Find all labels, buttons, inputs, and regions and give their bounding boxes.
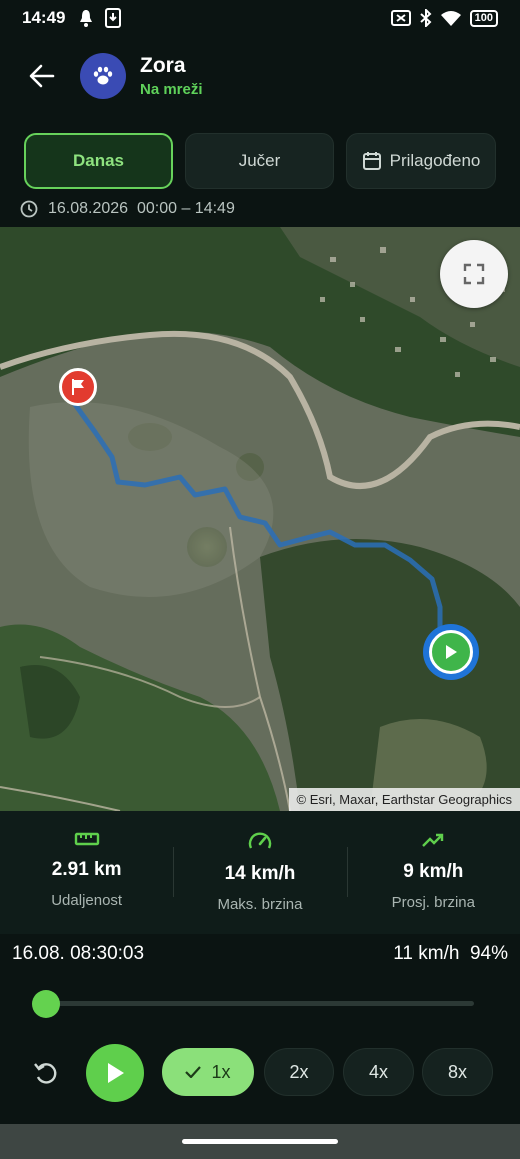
tab-custom[interactable]: Prilagođeno xyxy=(346,133,496,189)
stat-avg-speed-value: 9 km/h xyxy=(403,861,464,882)
play-icon xyxy=(446,645,457,659)
speed-1x-label: 1x xyxy=(211,1061,231,1082)
notification-icon xyxy=(80,10,93,27)
pet-name: Zora xyxy=(140,54,186,77)
clock-icon xyxy=(20,200,38,218)
trending-up-icon xyxy=(422,833,444,847)
home-gesture-handle[interactable] xyxy=(182,1139,338,1144)
speed-8x-label: 8x xyxy=(447,1061,467,1082)
app-header: Zora Na mreži xyxy=(0,40,520,112)
current-position-marker[interactable] xyxy=(423,624,479,680)
playback-timestamp: 16.08. 08:30:03 xyxy=(12,943,145,964)
flag-icon xyxy=(72,379,84,395)
fullscreen-button[interactable] xyxy=(440,240,508,308)
ruler-icon xyxy=(74,832,99,846)
speed-4x-button[interactable]: 4x xyxy=(343,1048,414,1096)
download-icon xyxy=(105,8,122,28)
wifi-icon xyxy=(440,11,461,26)
stat-avg-speed: 9 km/h Prosj. brzina xyxy=(346,811,520,934)
stat-avg-speed-label: Prosj. brzina xyxy=(391,894,475,911)
vibrate-icon xyxy=(390,10,411,26)
map-satellite-layer xyxy=(0,227,520,811)
speed-1x-button[interactable]: 1x xyxy=(162,1048,254,1096)
slider-track[interactable] xyxy=(46,1001,474,1006)
stat-max-speed-value: 14 km/h xyxy=(224,863,296,884)
tab-today[interactable]: Danas xyxy=(24,133,173,189)
pet-avatar xyxy=(80,53,126,99)
stat-max-speed: 14 km/h Maks. brzina xyxy=(173,811,346,934)
tab-today-label: Danas xyxy=(72,151,125,170)
status-bar: 14:49 100 xyxy=(0,0,520,36)
bluetooth-icon xyxy=(419,9,432,27)
date-range: 16.08.2026 00:00 – 14:49 xyxy=(20,200,235,218)
pet-online-status: Na mreži xyxy=(140,81,203,98)
tab-yesterday[interactable]: Jučer xyxy=(185,133,334,189)
route-start-flag[interactable] xyxy=(59,368,97,406)
stat-max-speed-label: Maks. brzina xyxy=(217,896,303,913)
speed-8x-button[interactable]: 8x xyxy=(422,1048,493,1096)
date-range-text: 16.08.2026 00:00 – 14:49 xyxy=(48,200,235,217)
trip-stats: 2.91 km Udaljenost 14 km/h Maks. brzina … xyxy=(0,811,520,934)
map-attribution: © Esri, Maxar, Earthstar Geographics xyxy=(288,788,520,811)
stat-distance: 2.91 km Udaljenost xyxy=(0,811,173,934)
playback-controls: 1x 2x 4x 8x xyxy=(0,1043,520,1103)
route-map[interactable]: © Esri, Maxar, Earthstar Geographics xyxy=(0,227,520,811)
system-nav-bar xyxy=(0,1124,520,1159)
tab-custom-label: Prilagođeno xyxy=(389,151,481,170)
calendar-icon xyxy=(362,152,381,170)
check-icon xyxy=(185,1066,202,1078)
playback-info: 16.08. 08:30:03 11 km/h 94% xyxy=(12,943,508,965)
battery-indicator: 100 xyxy=(469,9,498,27)
playback-slider[interactable] xyxy=(32,990,474,1018)
play-icon xyxy=(108,1063,124,1083)
paw-icon xyxy=(93,66,113,85)
stat-distance-label: Udaljenost xyxy=(51,892,123,909)
arrow-left-icon xyxy=(29,64,55,88)
replay-icon xyxy=(34,1063,57,1084)
fullscreen-icon xyxy=(463,263,485,285)
status-time: 14:49 xyxy=(22,8,66,27)
playback-speed-battery: 11 km/h 94% xyxy=(393,943,508,964)
stat-distance-value: 2.91 km xyxy=(51,859,122,880)
speed-4x-label: 4x xyxy=(368,1061,388,1082)
speed-2x-button[interactable]: 2x xyxy=(264,1048,334,1096)
replay-button[interactable] xyxy=(28,1055,64,1091)
back-button[interactable] xyxy=(22,56,62,96)
tab-yesterday-label: Jučer xyxy=(238,151,281,170)
play-button[interactable] xyxy=(86,1044,144,1102)
date-tabs: Danas Jučer Prilagođeno xyxy=(24,133,496,189)
slider-thumb[interactable] xyxy=(32,990,60,1018)
speedometer-icon xyxy=(248,832,272,849)
speed-2x-label: 2x xyxy=(289,1061,309,1082)
